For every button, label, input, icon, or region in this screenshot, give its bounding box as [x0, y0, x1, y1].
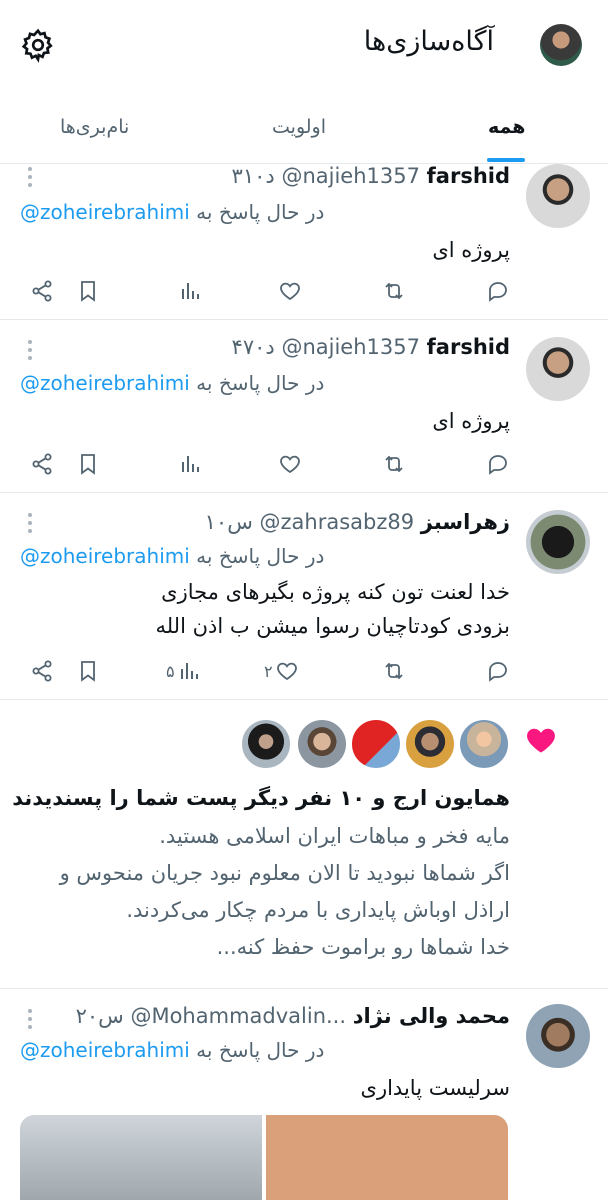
views-icon[interactable]: [178, 449, 202, 479]
retweet-icon[interactable]: [382, 449, 406, 479]
tweet-text: پروژه ای: [432, 238, 510, 262]
tweet-meta: ۴۷۰د @najieh1357 farshid: [232, 335, 510, 359]
liked-post-text: اراذل اوباش پایداری با مردم چکار می‌کردن…: [126, 898, 510, 922]
tweet-author[interactable]: محمد والی نژاد: [353, 1004, 510, 1028]
liked-post-text: مایه فخر و مباهات ایران اسلامی هستید.: [159, 824, 510, 848]
bookmark-icon[interactable]: [76, 449, 100, 479]
like-icon: [276, 662, 297, 681]
like-icon[interactable]: [278, 449, 302, 479]
share-icon[interactable]: [30, 656, 54, 686]
tweet-text-line: بزودی کودتاچیان رسوا میشن ب اذن الله: [155, 614, 510, 638]
tweet-time: ۳۱۰د: [231, 164, 275, 188]
tweet[interactable]: ۳۱۰د @najieh1357 farshid @zoheirebrahimi…: [0, 164, 608, 320]
avatar[interactable]: [240, 718, 292, 770]
tweet[interactable]: ۱۰س @zahrasabz89 زهراسبز @zoheirebrahimi…: [0, 494, 608, 700]
avatar[interactable]: [526, 510, 590, 574]
reply-context: @zoheirebrahimi در حال پاسخ به: [20, 1038, 324, 1062]
reply-mention[interactable]: @zoheirebrahimi: [20, 544, 190, 568]
like-count: ۲: [264, 661, 273, 681]
tweet-meta: ۳۱۰د @najieh1357 farshid: [232, 164, 510, 188]
reply-prefix: در حال پاسخ به: [196, 371, 325, 395]
liked-post-text: خدا شماها رو براموت حفظ کنه...: [216, 935, 510, 959]
tweet-text: پروژه ای: [432, 409, 510, 433]
tweet-handle[interactable]: @Mohammadvalin...: [130, 1004, 346, 1028]
avatar[interactable]: [458, 718, 510, 770]
tweet-text: سرلیست پایداری: [360, 1076, 510, 1100]
tweet[interactable]: ۴۷۰د @najieh1357 farshid @zoheirebrahimi…: [0, 321, 608, 493]
reply-prefix: در حال پاسخ به: [196, 1038, 325, 1062]
gear-icon[interactable]: [20, 27, 56, 63]
tweet-author[interactable]: farshid: [427, 164, 510, 188]
tweet-time: ۲۰س: [75, 1004, 124, 1028]
reply-mention[interactable]: @zoheirebrahimi: [20, 200, 190, 224]
tweet-actions: [0, 276, 608, 306]
reply-icon[interactable]: [486, 656, 510, 686]
tab-active-indicator: [487, 158, 525, 162]
tweet-media-image[interactable]: [266, 1115, 508, 1200]
share-icon[interactable]: [30, 449, 54, 479]
more-icon[interactable]: [26, 166, 34, 188]
avatar[interactable]: [296, 718, 348, 770]
tab-priority[interactable]: اولویت: [272, 116, 326, 138]
like-button[interactable]: ۲: [264, 656, 299, 686]
page-title: آگاه‌سازی‌ها: [363, 26, 494, 57]
reply-prefix: در حال پاسخ به: [196, 200, 325, 224]
tweet-actions: ۵ ۲: [0, 656, 608, 686]
like-notification-headline: همایون ارج و ۱۰ نفر دیگر پست شما را پسند…: [12, 786, 510, 810]
share-icon[interactable]: [30, 276, 54, 306]
tweet-handle[interactable]: @zahrasabz89: [260, 510, 415, 534]
tweet-meta: ۱۰س @zahrasabz89 زهراسبز: [205, 510, 510, 534]
reply-mention[interactable]: @zoheirebrahimi: [20, 1038, 190, 1062]
avatar[interactable]: [540, 24, 582, 66]
views-count: ۵: [166, 661, 175, 681]
views-button[interactable]: ۵: [166, 656, 201, 686]
retweet-icon[interactable]: [382, 276, 406, 306]
tweet-text-line: خدا لعنت تون کنه پروژه بگیرهای مجازی: [161, 580, 510, 604]
avatar[interactable]: [526, 337, 590, 401]
more-icon[interactable]: [26, 1008, 34, 1030]
tab-all[interactable]: همه: [488, 116, 525, 138]
tweet-actions: [0, 449, 608, 479]
reply-context: @zoheirebrahimi در حال پاسخ به: [20, 544, 324, 568]
reply-mention[interactable]: @zoheirebrahimi: [20, 371, 190, 395]
heart-icon: [527, 728, 555, 753]
more-icon[interactable]: [26, 339, 34, 361]
reply-context: @zoheirebrahimi در حال پاسخ به: [20, 371, 324, 395]
avatar[interactable]: [526, 1004, 590, 1068]
tweet-time: ۴۷۰د: [231, 335, 275, 359]
like-icon[interactable]: [278, 276, 302, 306]
tweet-author[interactable]: farshid: [427, 335, 510, 359]
more-icon[interactable]: [26, 512, 34, 534]
reply-icon[interactable]: [486, 449, 510, 479]
avatar[interactable]: [404, 718, 456, 770]
reply-icon[interactable]: [486, 276, 510, 306]
reply-context: @zoheirebrahimi در حال پاسخ به: [20, 200, 324, 224]
liked-post-text: اگر شماها نبودید تا الان معلوم نبود جریا…: [59, 861, 510, 885]
avatar[interactable]: [526, 164, 590, 228]
tweet-time: ۱۰س: [204, 510, 253, 534]
tweet-handle[interactable]: @najieh1357: [281, 335, 420, 359]
bookmark-icon[interactable]: [76, 656, 100, 686]
tweet-media-image[interactable]: [20, 1115, 262, 1200]
tweet-handle[interactable]: @najieh1357: [281, 164, 420, 188]
reply-prefix: در حال پاسخ به: [196, 544, 325, 568]
views-icon[interactable]: [178, 276, 202, 306]
tweet-author[interactable]: زهراسبز: [421, 510, 510, 534]
avatar[interactable]: [350, 718, 402, 770]
tab-mentions[interactable]: نام‌بری‌ها: [60, 116, 129, 138]
header: آگاه‌سازی‌ها نام‌بری‌ها اولویت همه: [0, 0, 608, 164]
retweet-icon[interactable]: [382, 656, 406, 686]
tweet-meta: ۲۰س @Mohammadvalin... محمد والی نژاد: [76, 1004, 510, 1028]
bookmark-icon[interactable]: [76, 276, 100, 306]
views-icon: [180, 663, 198, 679]
